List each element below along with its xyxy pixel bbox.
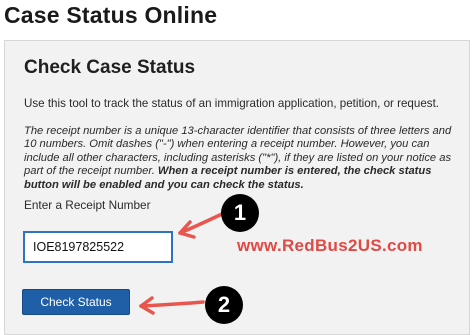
step-2-badge: 2: [205, 286, 243, 324]
watermark-text: www.RedBus2US.com: [237, 236, 423, 255]
receipt-number-input[interactable]: [23, 231, 173, 263]
card-title: Check Case Status: [24, 57, 196, 78]
intro-text: Use this tool to track the status of an …: [24, 97, 440, 110]
receipt-instructions: The receipt number is a unique 13-charac…: [24, 125, 464, 192]
page-title: Case Status Online: [4, 2, 218, 28]
check-status-button[interactable]: Check Status: [22, 289, 130, 315]
receipt-number-label: Enter a Receipt Number: [24, 198, 151, 212]
step-1-badge: 1: [221, 194, 259, 232]
